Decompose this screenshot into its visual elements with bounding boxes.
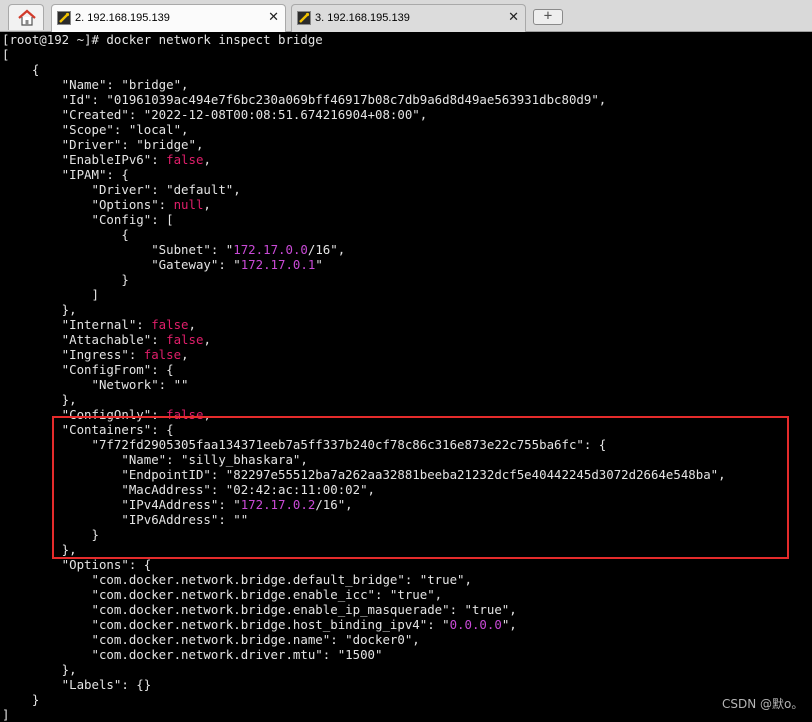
new-tab-button[interactable]: + [533,8,563,25]
output-line: "Created": "2022-12-08T00:08:51.67421690… [2,107,428,122]
output-line: "Options": null, [2,197,211,212]
output-line: "Driver": "default", [2,182,241,197]
output-line: }, [2,392,77,407]
output-line: "Labels": {} [2,677,152,692]
home-icon [18,9,36,26]
output-line: "com.docker.network.bridge.enable_icc": … [2,587,443,602]
output-line: }, [2,302,77,317]
output-line: "Driver": "bridge", [2,137,204,152]
command-line: [root@192 ~]# docker network inspect bri… [2,32,323,47]
output-line: "Options": { [2,557,152,572]
tab-label: 2. 192.168.195.139 [75,12,170,24]
terminal-tab-icon [57,11,71,25]
output-line: "Internal": false, [2,317,196,332]
output-line: { [2,62,40,77]
output-line: ] [2,287,99,302]
new-tab-icon: + [543,8,553,24]
terminal-output[interactable]: [root@192 ~]# docker network inspect bri… [0,32,812,722]
output-line: } [2,272,129,287]
output-line: "Gateway": "172.17.0.1" [2,257,323,272]
output-line: "Network": "" [2,377,189,392]
home-tab[interactable] [8,4,44,30]
output-line: "Name": "bridge", [2,77,189,92]
output-line: }, [2,662,77,677]
tab-session-3[interactable]: 3. 192.168.195.139 ✕ [291,4,526,32]
output-line: "Scope": "local", [2,122,189,137]
tab-session-2[interactable]: 2. 192.168.195.139 ✕ [51,4,286,33]
watermark: CSDN @默o。 [722,697,804,711]
output-line: } [2,692,40,707]
output-line: "IPAM": { [2,167,129,182]
close-icon[interactable]: ✕ [268,9,279,25]
close-icon[interactable]: ✕ [508,9,519,25]
output-line: "Ingress": false, [2,347,189,362]
output-line: "Config": [ [2,212,174,227]
output-line: "com.docker.network.bridge.enable_ip_mas… [2,602,517,617]
terminal-tab-icon [297,11,311,25]
output-line: "Attachable": false, [2,332,211,347]
output-line: "com.docker.network.driver.mtu": "1500" [2,647,383,662]
output-line: "EnableIPv6": false, [2,152,211,167]
output-line: { [2,227,129,242]
output-line: ] [2,707,10,722]
output-line: "com.docker.network.bridge.host_binding_… [2,617,517,632]
output-line: "com.docker.network.bridge.default_bridg… [2,572,472,587]
tab-label: 3. 192.168.195.139 [315,12,410,24]
containers-highlight-box [52,416,789,559]
tab-bar: 2. 192.168.195.139 ✕ 3. 192.168.195.139 … [0,0,812,33]
output-line: "com.docker.network.bridge.name": "docke… [2,632,420,647]
output-line: "ConfigFrom": { [2,362,174,377]
output-line: [ [2,47,10,62]
output-line: "Id": "01961039ac494e7f6bc230a069bff4691… [2,92,607,107]
output-line: "Subnet": "172.17.0.0/16", [2,242,346,257]
